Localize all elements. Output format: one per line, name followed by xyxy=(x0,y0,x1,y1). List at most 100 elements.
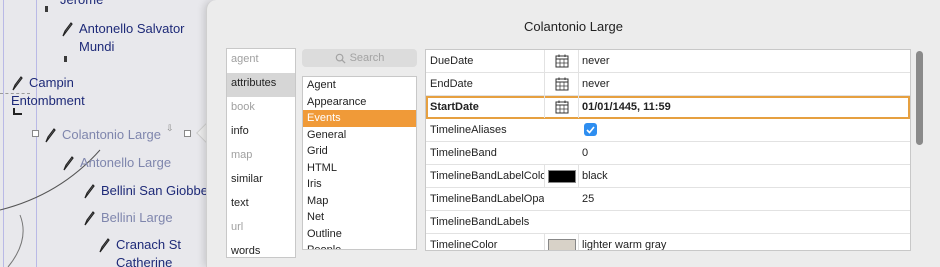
note-antonello-large[interactable]: Antonello Large xyxy=(62,154,171,172)
table-row[interactable]: EndDate never xyxy=(426,73,910,96)
group-item[interactable]: HTML xyxy=(303,160,416,177)
category-book[interactable]: book xyxy=(227,97,295,121)
attribute-value[interactable]: never xyxy=(582,73,610,95)
group-item[interactable]: Net xyxy=(303,209,416,226)
empty-control-cell xyxy=(544,142,579,164)
empty-control-cell xyxy=(544,188,579,210)
scrollbar-thumb[interactable] xyxy=(916,51,923,145)
note-title-line: Mundi xyxy=(79,39,115,54)
table-row[interactable]: TimelineBandLabels xyxy=(426,211,910,234)
attribute-value[interactable]: lighter warm gray xyxy=(582,234,666,250)
note-colantonio[interactable]: Colantonio Large xyxy=(44,126,161,144)
table-row[interactable]: TimelineBandLabelColo black xyxy=(426,165,910,188)
pen-nib-icon xyxy=(84,184,95,199)
pen-nib-icon xyxy=(63,156,74,171)
calendar-icon xyxy=(555,54,568,68)
attribute-name: TimelineBandLabelColo xyxy=(430,170,544,182)
search-icon xyxy=(335,53,346,64)
group-item[interactable]: Agent xyxy=(303,77,416,94)
calendar-icon xyxy=(555,77,568,91)
note-jerome[interactable]: Jerome xyxy=(60,0,103,9)
link-port[interactable] xyxy=(184,130,191,137)
group-item[interactable]: General xyxy=(303,127,416,144)
group-item[interactable]: People xyxy=(303,242,416,249)
color-swatch xyxy=(547,169,576,183)
attribute-name: TimelineBand xyxy=(430,147,497,159)
note-title-line: Entombment xyxy=(11,93,85,108)
note-title-line: Antonello Salvator xyxy=(79,21,185,36)
checkmark-icon xyxy=(586,125,595,134)
table-row[interactable]: TimelineColor lighter warm gray xyxy=(426,234,910,251)
empty-control-cell xyxy=(544,211,579,233)
attribute-name: TimelineAliases xyxy=(430,124,507,136)
table-row-highlighted[interactable]: StartDate 01/01/1445, 11:59 xyxy=(426,96,910,119)
color-well[interactable] xyxy=(544,165,579,187)
category-text[interactable]: text xyxy=(227,193,295,217)
table-row[interactable]: TimelineAliases xyxy=(426,119,910,142)
attribute-value[interactable]: 01/01/1445, 11:59 xyxy=(582,96,671,118)
checkbox-cell xyxy=(544,119,579,141)
note-marker xyxy=(64,56,67,62)
note-bellini-san[interactable]: Bellini San Giobbe xyxy=(83,182,208,200)
timeline-aliases-checkbox[interactable] xyxy=(584,123,597,136)
group-item[interactable]: Outline xyxy=(303,226,416,243)
category-agent[interactable]: agent xyxy=(227,49,295,73)
group-item[interactable]: Grid xyxy=(303,143,416,160)
checkbox-checked[interactable] xyxy=(584,123,597,136)
attribute-name: TimelineBandLabels xyxy=(430,216,530,228)
pen-nib-icon xyxy=(45,128,56,143)
group-item[interactable]: Iris xyxy=(303,176,416,193)
attribute-name: StartDate xyxy=(430,101,479,113)
attribute-value[interactable]: black xyxy=(582,165,608,187)
table-row[interactable]: TimelineBand 0 xyxy=(426,142,910,165)
attribute-group-list: Agent Appearance Events General Grid HTM… xyxy=(302,76,417,250)
collapse-bracket[interactable] xyxy=(13,108,22,115)
note-title: Antonello Large xyxy=(80,155,172,170)
calendar-icon xyxy=(555,100,568,114)
note-title-line: Catherine xyxy=(116,255,173,267)
inspector-title: Colantonio Large xyxy=(523,19,624,34)
note-cranach[interactable]: Cranach St Catherine xyxy=(98,236,181,267)
attribute-table: DueDate never EndDate never StartDate 01… xyxy=(425,49,911,251)
table-row[interactable]: DueDate never xyxy=(426,50,910,73)
attribute-value[interactable]: 0 xyxy=(582,142,588,164)
attribute-name: TimelineColor xyxy=(430,239,498,251)
note-title-line: Campin xyxy=(29,75,74,90)
note-title: Bellini San Giobbe xyxy=(101,183,208,198)
attribute-value[interactable]: never xyxy=(582,50,610,72)
pen-nib-icon xyxy=(99,238,110,253)
group-item[interactable]: Appearance xyxy=(303,94,416,111)
category-url[interactable]: url xyxy=(227,217,295,241)
category-map[interactable]: map xyxy=(227,145,295,169)
drag-handle-icon[interactable]: ⇩ xyxy=(166,123,174,134)
attribute-value[interactable]: 25 xyxy=(582,188,594,210)
note-campin[interactable]: Campin Entombment xyxy=(11,74,85,110)
date-picker-button[interactable] xyxy=(544,50,579,72)
note-title-line: Cranach St xyxy=(116,237,182,252)
note-partial-text: Jerome xyxy=(60,0,103,9)
attribute-name: EndDate xyxy=(430,78,473,90)
group-item[interactable]: Events xyxy=(303,110,416,127)
note-title: Colantonio Large xyxy=(62,127,162,142)
note-antonello-salvator[interactable]: Antonello Salvator Mundi xyxy=(61,20,185,56)
note-bellini-large[interactable]: Bellini Large xyxy=(83,209,173,227)
link-port[interactable] xyxy=(32,130,39,137)
pen-nib-icon xyxy=(12,76,23,91)
date-picker-button[interactable] xyxy=(544,96,579,118)
search-field[interactable]: Search xyxy=(302,49,417,67)
table-row[interactable]: TimelineBandLabelOpa 25 xyxy=(426,188,910,211)
category-list: agent attributes book info map similar t… xyxy=(226,48,296,258)
color-swatch xyxy=(547,238,576,250)
attribute-name: DueDate xyxy=(430,55,474,67)
category-words[interactable]: words xyxy=(227,241,295,257)
search-placeholder: Search xyxy=(349,52,385,64)
category-similar[interactable]: similar xyxy=(227,169,295,193)
pen-nib-icon xyxy=(84,211,95,226)
date-picker-button[interactable] xyxy=(544,73,579,95)
inspector-popover: Colantonio Large agent attributes book i… xyxy=(206,0,940,267)
attribute-name: TimelineBandLabelOpa xyxy=(430,193,544,205)
color-well[interactable] xyxy=(544,234,579,250)
category-attributes[interactable]: attributes xyxy=(227,73,295,97)
group-item[interactable]: Map xyxy=(303,193,416,210)
category-info[interactable]: info xyxy=(227,121,295,145)
